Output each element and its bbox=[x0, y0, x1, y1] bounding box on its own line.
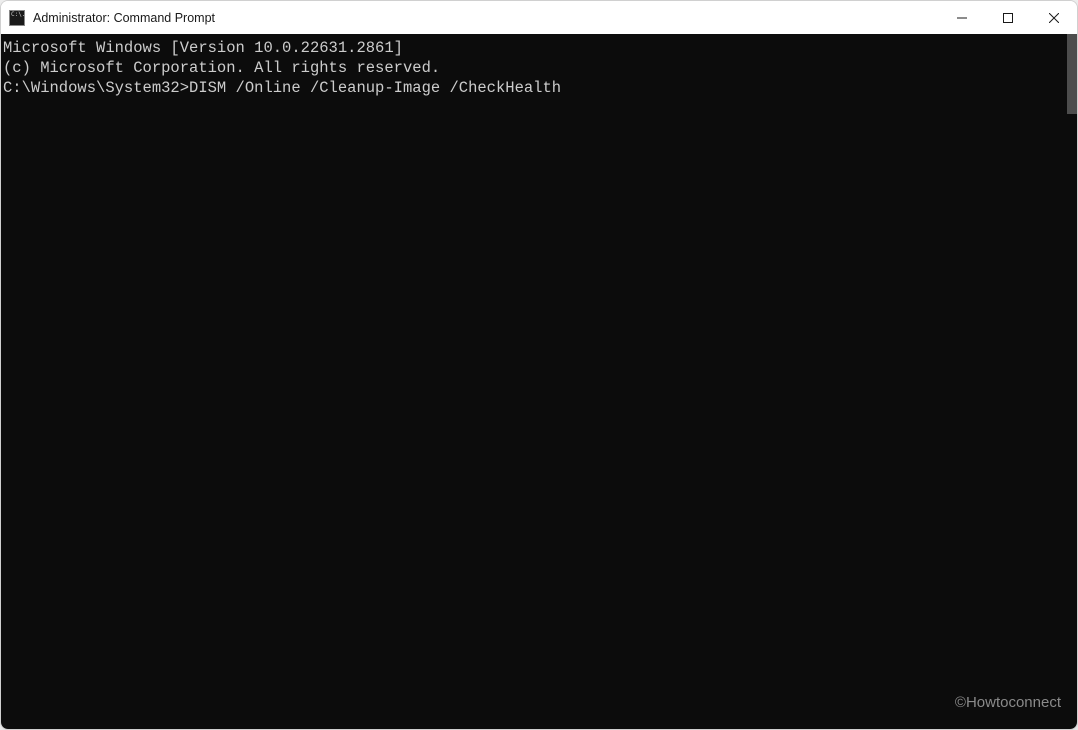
maximize-button[interactable] bbox=[985, 1, 1031, 34]
terminal-line: (c) Microsoft Corporation. All rights re… bbox=[3, 58, 1075, 78]
terminal-prompt-line: C:\Windows\System32>DISM /Online /Cleanu… bbox=[3, 78, 1075, 98]
terminal-prompt: C:\Windows\System32> bbox=[3, 79, 189, 97]
window-title: Administrator: Command Prompt bbox=[33, 11, 939, 25]
terminal-command: DISM /Online /Cleanup-Image /CheckHealth bbox=[189, 79, 561, 97]
scrollbar-thumb[interactable] bbox=[1067, 34, 1077, 114]
cmd-icon bbox=[9, 10, 25, 26]
terminal-line: Microsoft Windows [Version 10.0.22631.28… bbox=[3, 38, 1075, 58]
watermark-text: ©Howtoconnect bbox=[955, 693, 1061, 713]
window-controls bbox=[939, 1, 1077, 34]
command-prompt-window: Administrator: Command Prompt Microsoft … bbox=[0, 0, 1078, 730]
titlebar[interactable]: Administrator: Command Prompt bbox=[1, 1, 1077, 34]
minimize-button[interactable] bbox=[939, 1, 985, 34]
close-button[interactable] bbox=[1031, 1, 1077, 34]
terminal-output[interactable]: Microsoft Windows [Version 10.0.22631.28… bbox=[1, 34, 1077, 729]
